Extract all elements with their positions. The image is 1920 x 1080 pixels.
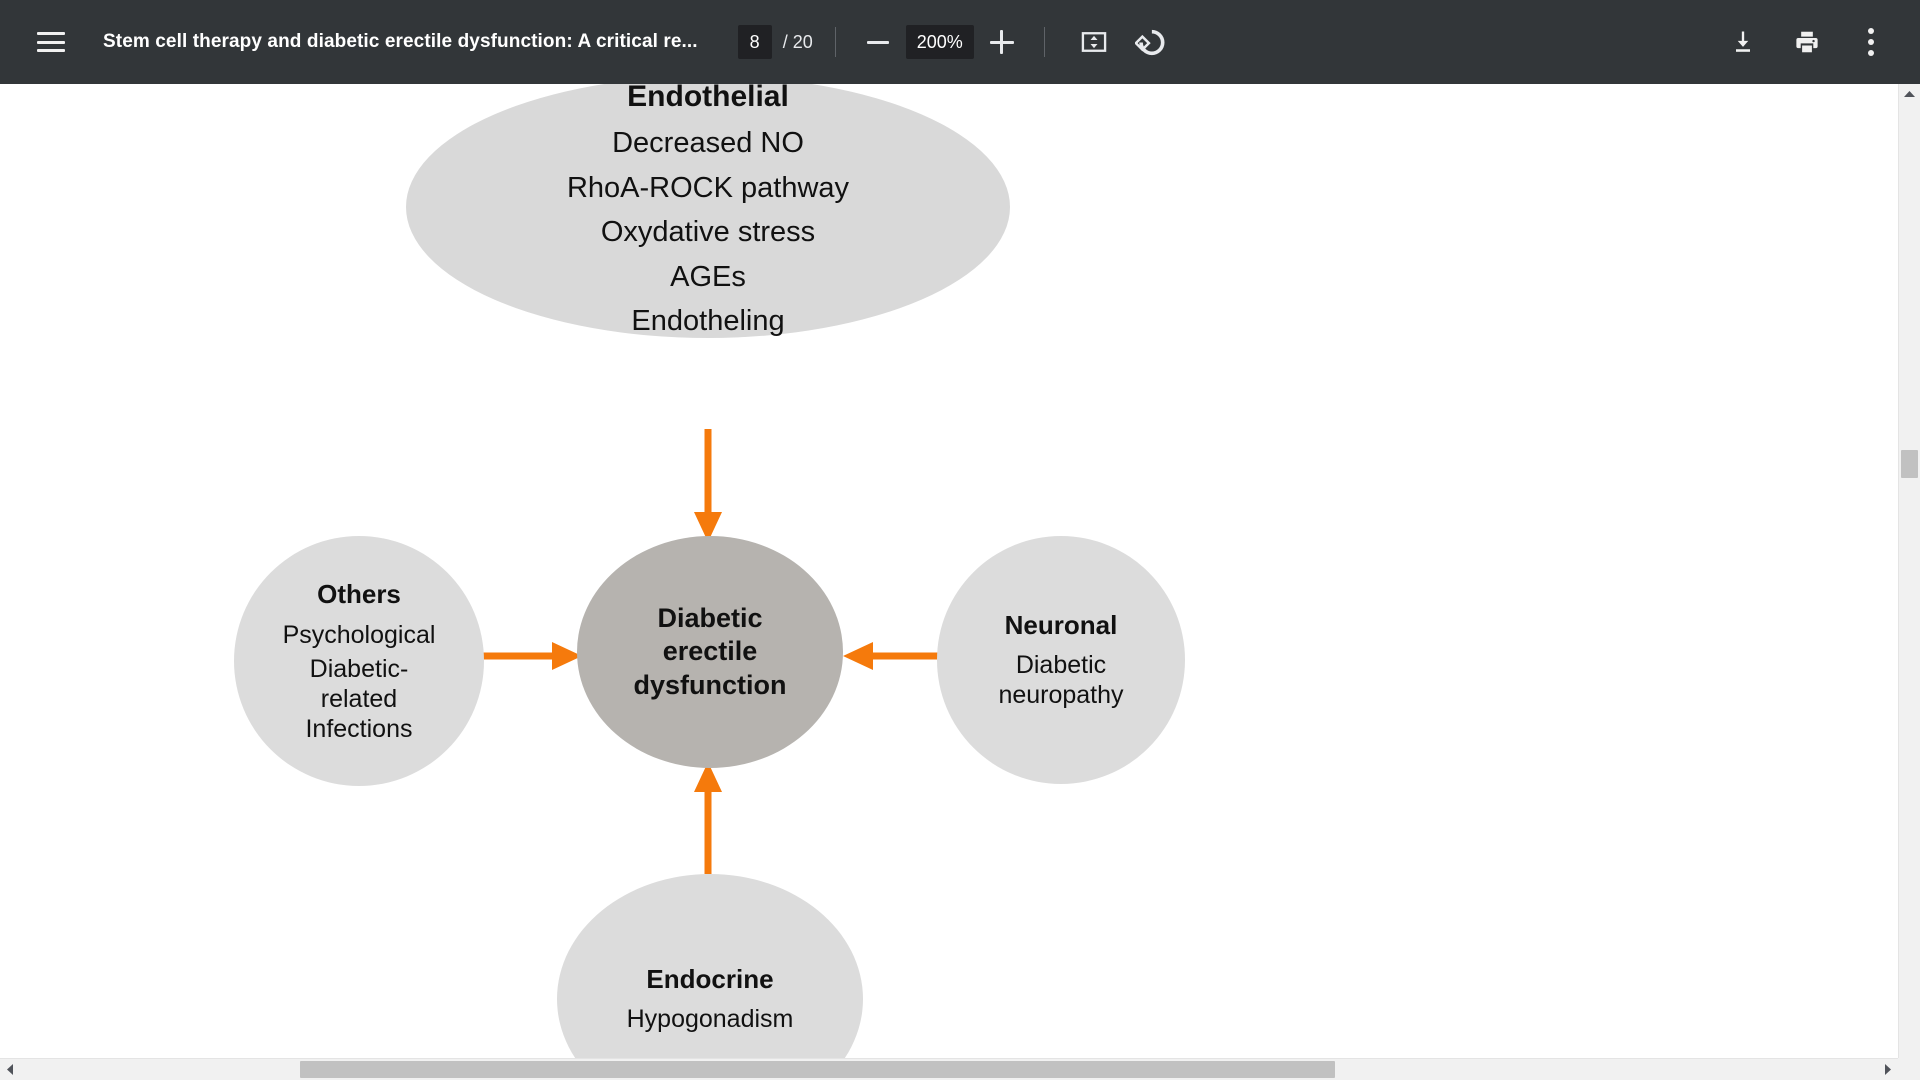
fit-to-page-button[interactable] — [1073, 21, 1115, 63]
more-options-button[interactable] — [1850, 21, 1892, 63]
node-endothelial: Endothelial Decreased NO RhoA-ROCK pathw… — [406, 84, 1010, 338]
scroll-right-arrow-icon — [1885, 1064, 1891, 1075]
view-tools — [1073, 21, 1171, 63]
node-others: Others Psychological Diabetic-related In… — [234, 536, 484, 786]
download-button[interactable] — [1722, 21, 1764, 63]
rotate-button[interactable] — [1129, 21, 1171, 63]
node-others-title: Others — [317, 578, 401, 609]
pdf-viewer-area[interactable]: Endothelial Decreased NO RhoA-ROCK pathw… — [0, 84, 1920, 1080]
node-center-line-2: erectile — [662, 636, 758, 667]
scroll-left-button[interactable] — [0, 1059, 21, 1080]
node-endothelial-line-5: Endotheling — [631, 305, 785, 338]
horizontal-scrollbar-thumb[interactable] — [300, 1061, 1335, 1078]
node-diabetic-erectile-dysfunction: Diabetic erectile dysfunction — [577, 536, 843, 768]
node-center-line-1: Diabetic — [657, 602, 763, 633]
download-icon — [1736, 31, 1750, 52]
hamburger-menu-button[interactable] — [23, 14, 79, 70]
node-endothelial-line-3: Oxydative stress — [600, 216, 816, 249]
scroll-right-button[interactable] — [1877, 1059, 1898, 1080]
horizontal-scrollbar[interactable] — [0, 1058, 1898, 1080]
node-endothelial-line-2: RhoA-ROCK pathway — [566, 171, 850, 204]
node-others-line-2: Diabetic-related Infections — [305, 655, 413, 744]
node-endothelial-line-4: AGEs — [670, 260, 746, 293]
vertical-scrollbar-thumb[interactable] — [1901, 450, 1918, 478]
node-others-line-1: Psychological — [282, 621, 436, 650]
minus-icon — [866, 40, 889, 44]
toolbar-right-actions — [1722, 21, 1892, 63]
scrollbar-corner — [1898, 1058, 1920, 1080]
hamburger-menu-icon — [37, 32, 65, 52]
arrow-endocrine-to-center — [694, 762, 722, 874]
rotate-counterclockwise-icon — [1134, 29, 1165, 56]
more-vertical-icon — [1868, 28, 1874, 56]
scroll-up-button[interactable] — [1899, 84, 1920, 105]
node-endocrine-title: Endocrine — [646, 963, 774, 994]
print-button[interactable] — [1786, 21, 1828, 63]
pdf-page-8: Endothelial Decreased NO RhoA-ROCK pathw… — [0, 84, 1898, 1080]
node-endocrine: Endocrine Hypogonadism — [557, 874, 863, 1080]
node-endothelial-title: Endothelial — [627, 84, 789, 114]
page-number-input[interactable]: 8 — [737, 25, 772, 59]
zoom-controls: 200% — [858, 22, 1022, 62]
toolbar-divider-2 — [1043, 27, 1045, 57]
node-center-line-3: dysfunction — [633, 669, 787, 700]
vertical-scrollbar[interactable] — [1898, 84, 1920, 1080]
page-controls: 8 / 20 — [737, 25, 813, 59]
node-endothelial-line-1: Decreased NO — [612, 127, 804, 160]
print-icon — [1796, 31, 1818, 53]
toolbar-divider-1 — [834, 27, 836, 57]
node-neuronal-line-1: Diabetic neuropathy — [998, 650, 1124, 710]
zoom-out-button[interactable] — [858, 22, 898, 62]
pdf-viewer-toolbar: Stem cell therapy and diabetic erectile … — [0, 0, 1920, 84]
fit-to-page-icon — [1081, 32, 1107, 52]
arrow-endothelial-to-center — [694, 429, 722, 542]
scroll-up-arrow-icon — [1904, 91, 1915, 97]
zoom-level-value[interactable]: 200% — [905, 25, 974, 59]
node-neuronal: Neuronal Diabetic neuropathy — [937, 536, 1185, 784]
zoom-in-button[interactable] — [982, 22, 1022, 62]
document-title: Stem cell therapy and diabetic erectile … — [103, 31, 698, 52]
scroll-left-arrow-icon — [7, 1064, 13, 1075]
page-total-label: / 20 — [782, 31, 813, 52]
plus-icon — [989, 30, 1014, 54]
node-endocrine-line-1: Hypogonadism — [626, 1004, 794, 1033]
node-neuronal-title: Neuronal — [1004, 610, 1118, 641]
